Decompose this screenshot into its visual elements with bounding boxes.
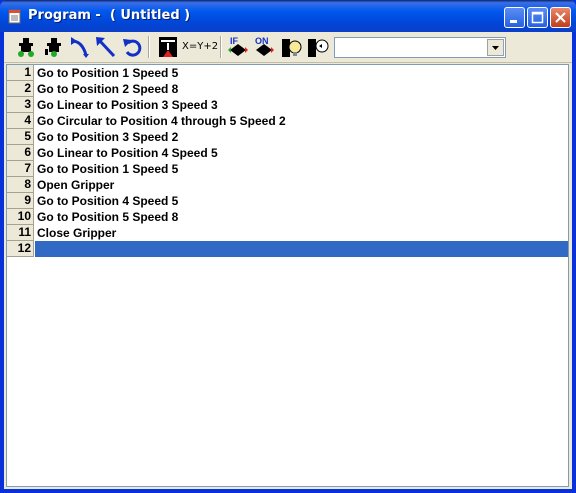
line-command: Go to Position 4 Speed 5 <box>37 194 179 208</box>
client-area: X=Y+2 IF ON 1 Go to Position 1 Speed 5 2… <box>4 32 572 489</box>
title-bar[interactable]: Program - ( Untitled ) <box>0 0 576 32</box>
program-line[interactable]: 4 Go Circular to Position 4 through 5 Spe… <box>7 113 568 129</box>
undo-icon[interactable] <box>120 35 144 59</box>
on-event-icon[interactable]: ON <box>252 35 276 59</box>
line-command: Go Linear to Position 3 Speed 3 <box>37 98 218 112</box>
program-line[interactable]: 10 Go to Position 5 Speed 8 <box>7 209 568 225</box>
line-command: Go to Position 2 Speed 8 <box>37 82 179 96</box>
line-command: Go Linear to Position 4 Speed 5 <box>37 146 218 160</box>
line-number: 3 <box>7 97 34 113</box>
variable-icon[interactable]: X=Y+2 <box>182 35 218 59</box>
program-line[interactable]: 3 Go Linear to Position 3 Speed 3 <box>7 97 568 113</box>
program-line[interactable]: 12 <box>7 241 568 257</box>
program-line[interactable]: 6 Go Linear to Position 4 Speed 5 <box>7 145 568 161</box>
line-number: 5 <box>7 129 34 145</box>
line-command: Go to Position 5 Speed 8 <box>37 210 179 224</box>
line-number: 9 <box>7 193 34 209</box>
line-number: 7 <box>7 161 34 177</box>
line-number: 10 <box>7 209 34 225</box>
light-output-icon[interactable] <box>280 35 304 59</box>
line-number: 8 <box>7 177 34 193</box>
close-button[interactable] <box>550 7 571 28</box>
program-line[interactable]: 11 Close Gripper <box>7 225 568 241</box>
program-list[interactable]: 1 Go to Position 1 Speed 5 2 Go to Position… <box>6 64 569 487</box>
speaker-output-icon[interactable] <box>306 35 330 59</box>
line-command: Close Gripper <box>37 226 117 240</box>
if-label: IF <box>230 36 239 46</box>
wait-icon[interactable] <box>156 35 180 59</box>
program-line[interactable]: 8 Open Gripper <box>7 177 568 193</box>
program-line[interactable]: 2 Go to Position 2 Speed 8 <box>7 81 568 97</box>
line-number: 6 <box>7 145 34 161</box>
linear-move-icon[interactable] <box>94 35 118 59</box>
program-window: Program - ( Untitled ) X=Y+2 IF ON 1 Go … <box>0 0 576 493</box>
program-line[interactable]: 1 Go to Position 1 Speed 5 <box>7 65 568 81</box>
line-number: 2 <box>7 81 34 97</box>
minimize-button[interactable] <box>504 7 525 28</box>
line-command <box>35 241 568 257</box>
toolbar: X=Y+2 IF ON <box>4 32 572 63</box>
chevron-down-icon <box>492 46 499 50</box>
program-line[interactable]: 5 Go to Position 3 Speed 2 <box>7 129 568 145</box>
notepad-icon <box>8 9 21 24</box>
command-combobox[interactable] <box>334 37 506 58</box>
toolbar-separator <box>220 36 222 58</box>
line-number: 1 <box>7 65 34 81</box>
program-line[interactable]: 9 Go to Position 4 Speed 5 <box>7 193 568 209</box>
maximize-button[interactable] <box>527 7 548 28</box>
line-command: Go to Position 1 Speed 5 <box>37 66 179 80</box>
toolbar-separator <box>148 36 150 58</box>
on-label: ON <box>255 36 269 46</box>
line-command: Go Circular to Position 4 through 5 Spee… <box>37 114 286 128</box>
robot-teach-icon[interactable] <box>14 35 38 59</box>
line-command: Open Gripper <box>37 178 115 192</box>
arc-move-icon[interactable] <box>68 35 92 59</box>
minimize-icon <box>510 20 517 23</box>
program-line[interactable]: 7 Go to Position 1 Speed 5 <box>7 161 568 177</box>
line-number: 4 <box>7 113 34 129</box>
if-branch-icon[interactable]: IF <box>226 35 250 59</box>
maximize-icon <box>531 11 544 24</box>
combo-dropdown-button[interactable] <box>487 39 504 56</box>
line-command: Go to Position 1 Speed 5 <box>37 162 179 176</box>
window-title: Program - ( Untitled ) <box>28 8 191 23</box>
line-number: 12 <box>7 241 34 257</box>
robot-position-icon[interactable] <box>42 35 66 59</box>
line-number: 11 <box>7 225 34 241</box>
line-command: Go to Position 3 Speed 2 <box>37 130 179 144</box>
close-icon <box>555 12 566 23</box>
